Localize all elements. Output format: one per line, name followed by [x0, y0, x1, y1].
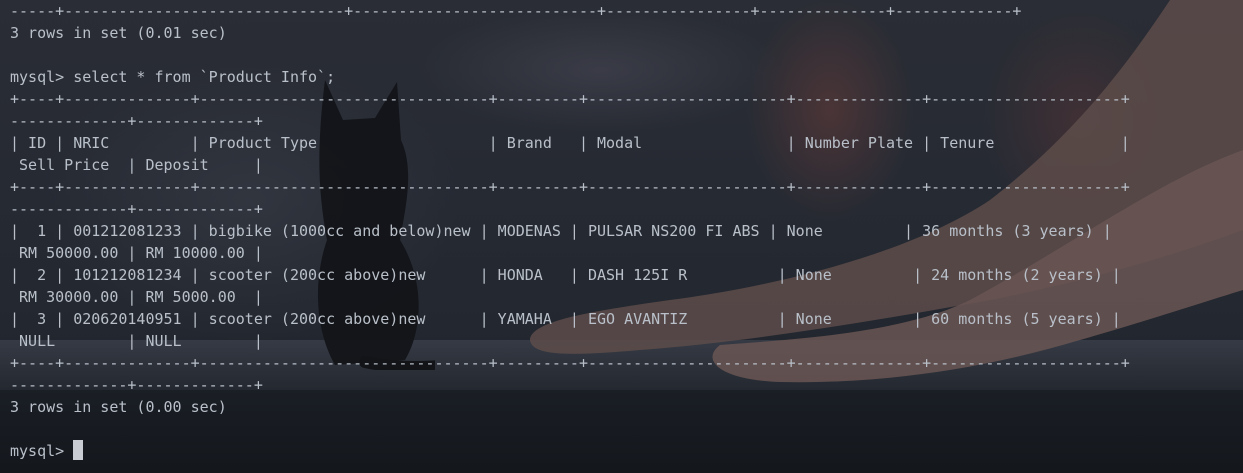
terminal-line: -------------+-------------+ — [10, 112, 263, 130]
terminal-line: +----+--------------+-------------------… — [10, 354, 1130, 372]
terminal-line: | ID | NRIC | Product Type | Brand | Mod… — [10, 134, 1130, 152]
terminal-output: -----+-------------------------------+--… — [10, 0, 1235, 462]
terminal-line: 3 rows in set (0.00 sec) — [10, 398, 227, 416]
terminal-line: | 3 | 020620140951 | scooter (200cc abov… — [10, 310, 1121, 328]
terminal-line: | 2 | 101212081234 | scooter (200cc abov… — [10, 266, 1121, 284]
terminal-line: NULL | NULL | — [10, 332, 263, 350]
text-cursor — [73, 440, 84, 460]
terminal-line: RM 50000.00 | RM 10000.00 | — [10, 244, 263, 262]
terminal-line: -----+-------------------------------+--… — [10, 2, 1022, 20]
terminal-line: +----+--------------+-------------------… — [10, 178, 1130, 196]
terminal-line: mysql> select * from `Product Info`; — [10, 68, 336, 86]
terminal-line: 3 rows in set (0.01 sec) — [10, 24, 227, 42]
terminal-line: -------------+-------------+ — [10, 376, 263, 394]
terminal-prompt-line[interactable]: mysql> — [10, 440, 1235, 462]
terminal-prompt: mysql> — [10, 442, 74, 460]
terminal-line: -------------+-------------+ — [10, 200, 263, 218]
terminal-line: Sell Price | Deposit | — [10, 156, 263, 174]
terminal-line: +----+--------------+-------------------… — [10, 90, 1130, 108]
terminal-line: RM 30000.00 | RM 5000.00 | — [10, 288, 263, 306]
terminal-line: | 1 | 001212081233 | bigbike (1000cc and… — [10, 222, 1112, 240]
